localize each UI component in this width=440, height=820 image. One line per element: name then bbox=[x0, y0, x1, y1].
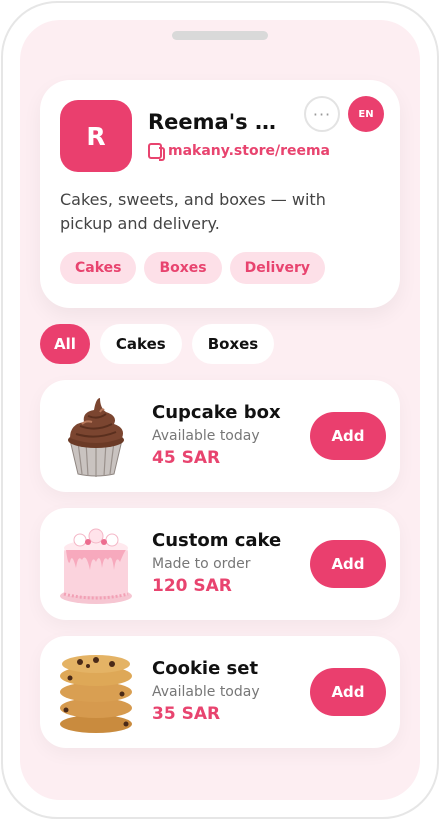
store-tags: Cakes Boxes Delivery bbox=[60, 252, 326, 284]
more-options-button[interactable]: ··· bbox=[304, 96, 340, 132]
product-status: Made to order bbox=[152, 556, 251, 572]
cake-image bbox=[60, 528, 132, 604]
product-card-cupcake-box[interactable]: Cupcake box Available today 45 SAR Add bbox=[40, 380, 400, 492]
filter-boxes[interactable]: Boxes bbox=[191, 324, 275, 364]
tag-cakes: Cakes bbox=[60, 252, 137, 284]
tag-boxes: Boxes bbox=[144, 252, 222, 284]
language-toggle-button[interactable]: EN bbox=[348, 96, 384, 132]
product-name: Cupcake box bbox=[152, 402, 281, 423]
product-name: Custom cake bbox=[152, 530, 282, 551]
more-dots-icon: ··· bbox=[312, 104, 332, 124]
store-link-text: makany.store/reema bbox=[168, 143, 331, 159]
filter-cakes[interactable]: Cakes bbox=[99, 324, 182, 364]
add-button[interactable]: Add bbox=[310, 540, 386, 588]
product-price: 120 SAR bbox=[152, 576, 232, 596]
copy-link-icon bbox=[148, 143, 165, 161]
tag-delivery: Delivery bbox=[229, 252, 326, 284]
cookies-image bbox=[60, 655, 132, 733]
store-avatar: R bbox=[60, 100, 132, 172]
product-price: 35 SAR bbox=[152, 704, 221, 724]
add-button[interactable]: Add bbox=[310, 412, 386, 460]
avatar-initial: R bbox=[86, 121, 106, 151]
filter-all[interactable]: All bbox=[40, 324, 90, 364]
store-profile-card: R Reema's D… makany.store/reema ··· EN C… bbox=[40, 80, 400, 308]
store-description: Cakes, sweets, and boxes — with pickup a… bbox=[60, 190, 326, 233]
phone-notch bbox=[172, 31, 268, 40]
language-label: EN bbox=[358, 108, 374, 120]
category-filters: All Cakes Boxes bbox=[40, 324, 275, 364]
store-name: Reema's D… bbox=[148, 110, 288, 134]
store-link[interactable]: makany.store/reema bbox=[148, 143, 331, 161]
product-status: Available today bbox=[152, 428, 260, 444]
product-card-cookie-set[interactable]: Cookie set Available today 35 SAR Add bbox=[40, 636, 400, 748]
cupcake-image bbox=[68, 398, 124, 477]
product-status: Available today bbox=[152, 684, 260, 700]
product-price: 45 SAR bbox=[152, 448, 221, 468]
product-name: Cookie set bbox=[152, 658, 259, 679]
add-button[interactable]: Add bbox=[310, 668, 386, 716]
product-card-custom-cake[interactable]: Custom cake Made to order 120 SAR Add bbox=[40, 508, 400, 620]
